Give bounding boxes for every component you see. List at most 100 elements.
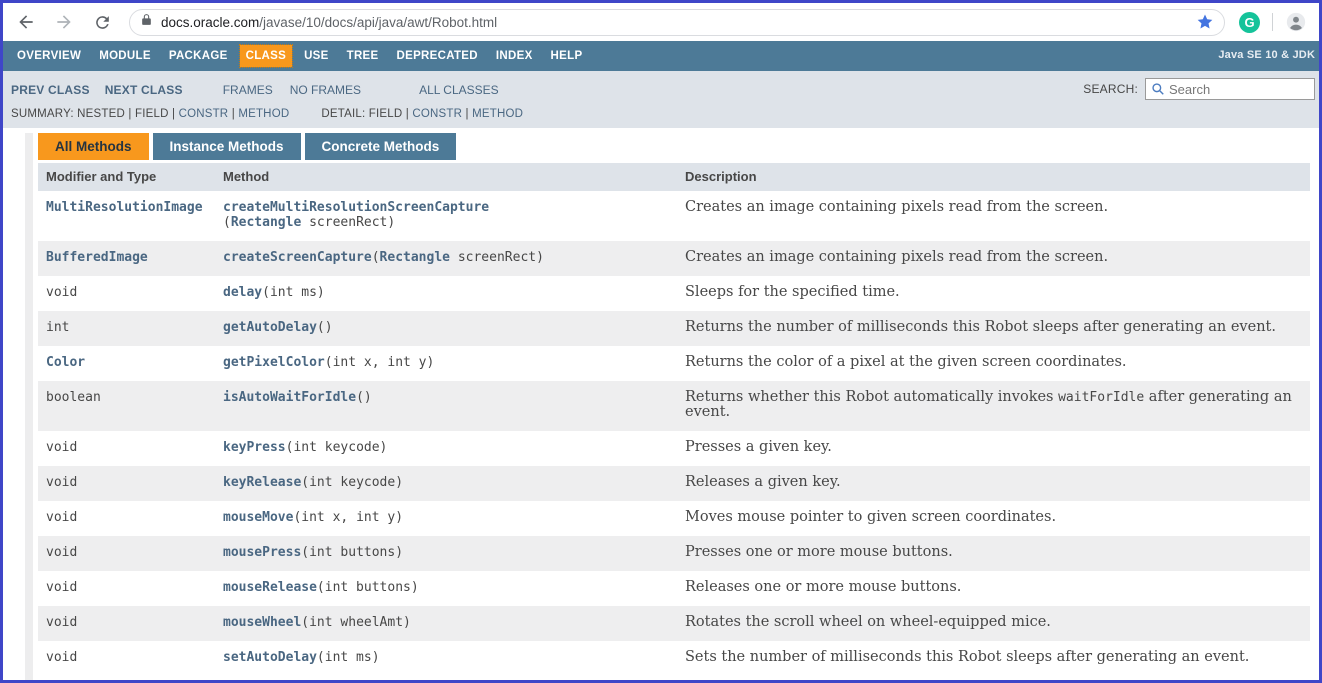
method-link[interactable]: createScreenCapture: [223, 250, 372, 265]
table-row: voidsetAutoDelay(int ms)Sets the number …: [38, 641, 1310, 676]
table-row: voidmousePress(int buttons)Presses one o…: [38, 536, 1310, 571]
table-header-row: Modifier and TypeMethodDescription: [38, 163, 1310, 191]
bookmark-star-icon[interactable]: [1196, 13, 1214, 31]
description-cell: Releases a given key.: [677, 466, 1310, 501]
method-link[interactable]: getAutoDelay: [223, 320, 317, 335]
method-link[interactable]: delay: [223, 285, 262, 300]
nav-item-index[interactable]: INDEX: [490, 45, 539, 67]
refresh-icon[interactable]: [91, 11, 113, 33]
modifier-cell: MultiResolutionImage: [38, 191, 215, 241]
summary-item-nested: NESTED: [77, 108, 125, 120]
method-link[interactable]: mouseWheel: [223, 615, 301, 630]
method-cell: mouseWheel(int wheelAmt): [215, 606, 677, 641]
description-cell: Creates an image containing pixels read …: [677, 191, 1310, 241]
subnav-link-next-class[interactable]: NEXT CLASS: [105, 83, 183, 97]
nav-item-help[interactable]: HELP: [545, 45, 589, 67]
description-cell: Moves mouse pointer to given screen coor…: [677, 501, 1310, 536]
toolbar-divider: [1272, 13, 1273, 31]
profile-avatar[interactable]: [1285, 11, 1307, 33]
method-link[interactable]: mouseRelease: [223, 580, 317, 595]
screenshot-frame: docs.oracle.com/javase/10/docs/api/java/…: [0, 0, 1322, 683]
detail-item-method[interactable]: METHOD: [472, 108, 523, 120]
table-row: voiddelay(int ms)Sleeps for the specifie…: [38, 276, 1310, 311]
column-header-method: Method: [215, 163, 677, 191]
modifier-cell: boolean: [38, 381, 215, 431]
modifier-cell: void: [38, 276, 215, 311]
method-link[interactable]: keyPress: [223, 440, 286, 455]
lock-icon[interactable]: [140, 13, 153, 31]
subnav-link-all-classes[interactable]: ALL CLASSES: [419, 83, 499, 97]
method-link[interactable]: Rectangle: [380, 250, 450, 265]
detail-label: DETAIL:: [321, 108, 368, 120]
summary-item-method[interactable]: METHOD: [238, 108, 289, 120]
table-row: MultiResolutionImage createMultiResolutio…: [38, 191, 1310, 241]
search-box[interactable]: [1145, 78, 1315, 100]
description-cell: Sets the number of milliseconds this Rob…: [677, 641, 1310, 676]
description-cell: Releases one or more mouse buttons.: [677, 571, 1310, 606]
method-table-body: MultiResolutionImage createMultiResolutio…: [38, 191, 1310, 676]
subnav-summary-row: SUMMARY: NESTED | FIELD | CONSTR | METHO…: [3, 102, 1319, 120]
table-row: BufferedImage createScreenCapture(Rectang…: [38, 241, 1310, 276]
description-cell: Creates an image containing pixels read …: [677, 241, 1310, 276]
type-link[interactable]: Color: [46, 355, 85, 370]
method-link[interactable]: getPixelColor: [223, 355, 325, 370]
tab-instance-methods[interactable]: Instance Methods: [153, 133, 301, 160]
description-cell: Rotates the scroll wheel on wheel-equipp…: [677, 606, 1310, 641]
method-link[interactable]: createMultiResolutionScreenCapture: [223, 200, 489, 215]
subnav-link-no-frames[interactable]: NO FRAMES: [290, 83, 361, 97]
table-row: voidkeyPress(int keycode)Presses a given…: [38, 431, 1310, 466]
tab-concrete-methods[interactable]: Concrete Methods: [305, 133, 457, 160]
table-row: booleanisAutoWaitForIdle()Returns whethe…: [38, 381, 1310, 431]
search-label: SEARCH:: [1083, 82, 1138, 96]
release-label: Java SE 10 & JDK 10: [1218, 49, 1319, 61]
modifier-cell: void: [38, 501, 215, 536]
method-summary-table: Modifier and TypeMethodDescription Multi…: [38, 163, 1310, 676]
subnav-link-frames[interactable]: FRAMES: [223, 83, 273, 97]
summary-label: SUMMARY:: [11, 108, 77, 120]
nav-item-class: CLASS: [240, 45, 292, 67]
nav-item-deprecated[interactable]: DEPRECATED: [391, 45, 484, 67]
method-cell: keyPress(int keycode): [215, 431, 677, 466]
javadoc-sub-nav: PREV CLASS NEXT CLASS FRAMES NO FRAMES ALL C…: [3, 71, 1319, 128]
left-margin-strip: [25, 133, 33, 680]
nav-item-package[interactable]: PACKAGE: [163, 45, 234, 67]
nav-item-module[interactable]: MODULE: [93, 45, 157, 67]
summary-group: SUMMARY: NESTED | FIELD | CONSTR | METHO…: [11, 108, 289, 120]
type-link[interactable]: MultiResolutionImage: [46, 200, 203, 215]
modifier-cell: void: [38, 431, 215, 466]
method-link[interactable]: mouseMove: [223, 510, 293, 525]
method-cell: getAutoDelay(): [215, 311, 677, 346]
method-link[interactable]: isAutoWaitForIdle: [223, 390, 356, 405]
nav-item-tree[interactable]: TREE: [341, 45, 385, 67]
grammarly-extension-icon[interactable]: G: [1239, 12, 1260, 33]
method-link[interactable]: Rectangle: [231, 215, 301, 230]
browser-toolbar: docs.oracle.com/javase/10/docs/api/java/…: [3, 3, 1319, 41]
detail-item-constr[interactable]: CONSTR: [412, 108, 462, 120]
description-cell: Sleeps for the specified time.: [677, 276, 1310, 311]
method-cell: createScreenCapture(Rectangle screenRect…: [215, 241, 677, 276]
modifier-cell: BufferedImage: [38, 241, 215, 276]
method-cell: createMultiResolutionScreenCapture (Rect…: [215, 191, 677, 241]
subnav-link-prev-class[interactable]: PREV CLASS: [11, 83, 90, 97]
address-bar[interactable]: docs.oracle.com/javase/10/docs/api/java/…: [129, 9, 1225, 36]
subnav-links-row: PREV CLASS NEXT CLASS FRAMES NO FRAMES ALL C…: [3, 78, 1319, 102]
method-summary-section: All MethodsInstance MethodsConcrete Meth…: [3, 128, 1319, 676]
summary-item-constr[interactable]: CONSTR: [179, 108, 229, 120]
search-input[interactable]: [1169, 82, 1309, 97]
back-icon[interactable]: [15, 11, 37, 33]
type-link[interactable]: BufferedImage: [46, 250, 148, 265]
forward-icon[interactable]: [53, 11, 75, 33]
detail-item-field: FIELD: [369, 108, 403, 120]
description-cell: Returns whether this Robot automatically…: [677, 381, 1310, 431]
table-row: intgetAutoDelay()Returns the number of m…: [38, 311, 1310, 346]
description-cell: Presses a given key.: [677, 431, 1310, 466]
nav-item-overview[interactable]: OVERVIEW: [11, 45, 87, 67]
method-link[interactable]: setAutoDelay: [223, 650, 317, 665]
method-link[interactable]: mousePress: [223, 545, 301, 560]
method-cell: keyRelease(int keycode): [215, 466, 677, 501]
method-link[interactable]: keyRelease: [223, 475, 301, 490]
nav-item-use[interactable]: USE: [298, 45, 335, 67]
description-cell: Presses one or more mouse buttons.: [677, 536, 1310, 571]
detail-group: DETAIL: FIELD | CONSTR | METHOD: [321, 108, 523, 120]
modifier-cell: void: [38, 536, 215, 571]
